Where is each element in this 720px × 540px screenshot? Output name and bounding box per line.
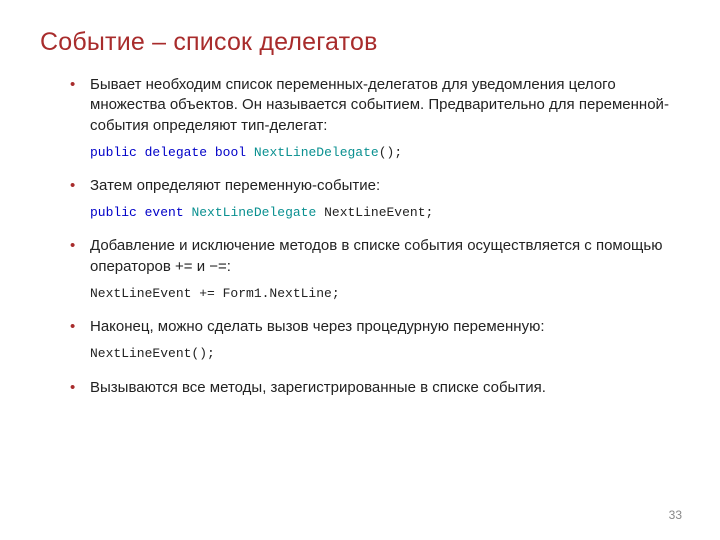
code-block: public event NextLineDelegate NextLineEv… [90,204,680,222]
list-item: Затем определяют переменную-событие: pub… [70,176,680,222]
bullet-text: Вызываются все методы, зарегистрированны… [90,379,546,396]
bullet-text: Добавление и исключение методов в списке… [90,237,662,274]
code-token: public [90,145,137,160]
code-token: NextLineDelegate [191,205,316,220]
code-token: bool [215,145,246,160]
code-block: public delegate bool NextLineDelegate(); [90,144,680,162]
slide-title: Событие – список делегатов [40,28,680,57]
code-token: NextLineDelegate [254,145,379,160]
bullet-list: Бывает необходим список переменных-делег… [40,75,680,398]
code-token [246,145,254,160]
slide: Событие – список делегатов Бывает необхо… [0,0,720,540]
code-token [137,145,145,160]
list-item: Добавление и исключение методов в списке… [70,236,680,303]
code-token: public [90,205,137,220]
bullet-text: Затем определяют переменную-событие: [90,177,380,194]
list-item: Наконец, можно сделать вызов через проце… [70,317,680,363]
page-number: 33 [669,508,682,522]
code-token: NextLineEvent += Form1.NextLine; [90,286,340,301]
code-token: event [145,205,184,220]
list-item: Вызываются все методы, зарегистрированны… [70,378,680,398]
code-token: delegate [145,145,207,160]
code-token: (); [379,145,402,160]
code-token [316,205,324,220]
list-item: Бывает необходим список переменных-делег… [70,75,680,162]
code-token [207,145,215,160]
code-block: NextLineEvent(); [90,345,680,363]
bullet-text: Бывает необходим список переменных-делег… [90,76,669,134]
bullet-text: Наконец, можно сделать вызов через проце… [90,318,544,335]
code-token [137,205,145,220]
code-token: NextLineEvent; [324,205,433,220]
code-block: NextLineEvent += Form1.NextLine; [90,285,680,303]
code-token: NextLineEvent(); [90,346,215,361]
